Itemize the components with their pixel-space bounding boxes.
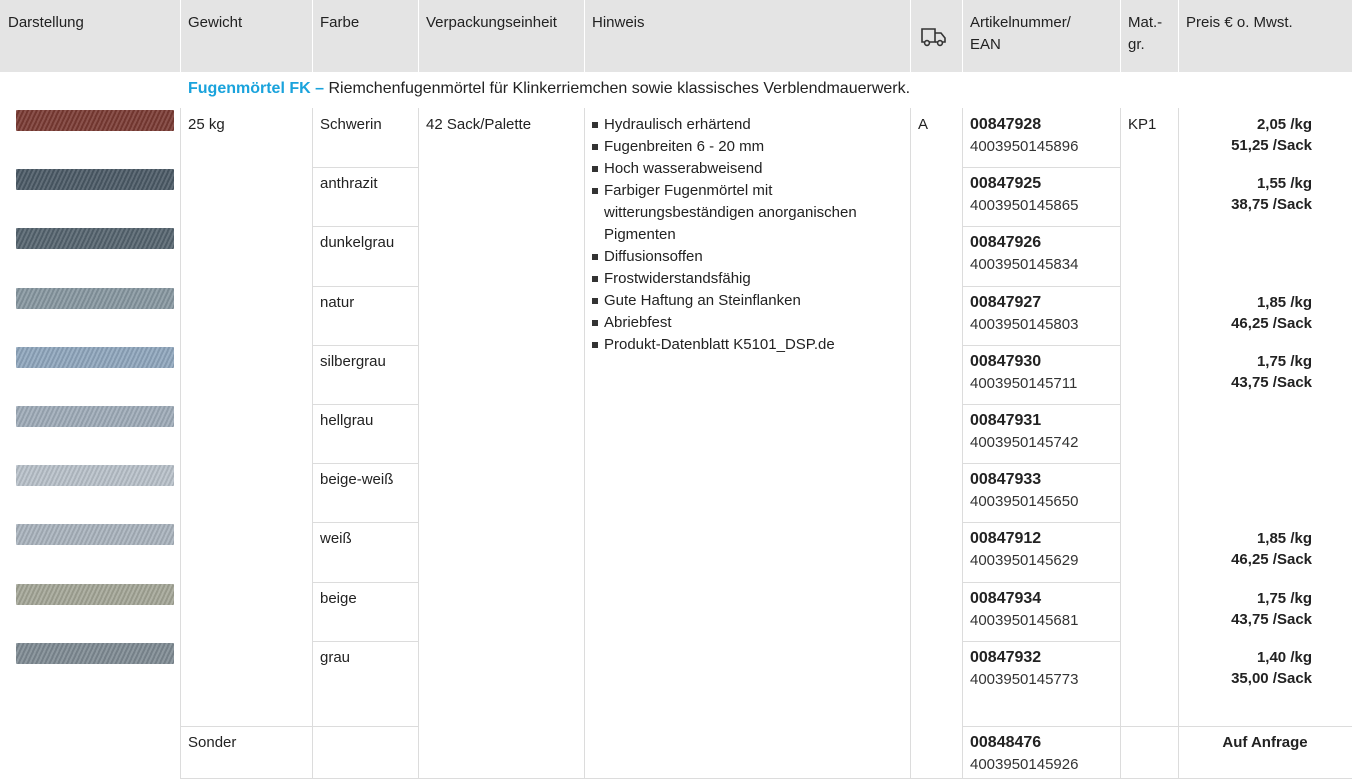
hint-item-continued: Pigmenten bbox=[604, 226, 676, 243]
price-per-sack: 46,25 /Sack bbox=[1231, 551, 1312, 568]
section-title: Fugenmörtel FK – Riemchenfugenmörtel für… bbox=[188, 78, 910, 100]
farbe-value: silbergrau bbox=[320, 353, 386, 370]
color-swatch bbox=[16, 406, 174, 427]
ean-value: 4003950145773 bbox=[970, 671, 1079, 688]
section-description: Riemchenfugenmörtel für Klinkerriemchen … bbox=[328, 80, 911, 97]
farbe-value: beige bbox=[320, 590, 357, 607]
color-swatch bbox=[16, 347, 174, 368]
farbe-value: hellgrau bbox=[320, 412, 374, 429]
sonder-price: Auf Anfrage bbox=[1222, 734, 1308, 751]
artikelnummer-value: 00847928 bbox=[970, 116, 1042, 133]
sonder-label: Sonder bbox=[188, 734, 237, 751]
color-swatch bbox=[16, 584, 174, 605]
color-swatch bbox=[16, 110, 174, 131]
header-gewicht: Gewicht bbox=[188, 14, 243, 31]
ean-value: 4003950145742 bbox=[970, 434, 1079, 451]
color-swatch bbox=[16, 465, 174, 486]
artikelnummer-value: 00847932 bbox=[970, 649, 1042, 666]
price-per-kg: 1,75 /kg bbox=[1256, 590, 1312, 607]
hint-item: Farbiger Fugenmörtel mit bbox=[592, 180, 857, 202]
price-per-sack: 43,75 /Sack bbox=[1231, 374, 1312, 391]
verpackung-value: 42 Sack/Palette bbox=[426, 116, 532, 133]
price-per-sack: 51,25 /Sack bbox=[1231, 137, 1312, 154]
artikelnummer-value: 00847933 bbox=[970, 471, 1042, 488]
price-per-kg: 1,55 /kg bbox=[1256, 175, 1312, 192]
lieferung-value: A bbox=[918, 116, 929, 133]
artikelnummer-value: 00847926 bbox=[970, 234, 1042, 251]
hint-item: Fugenbreiten 6 - 20 mm bbox=[592, 136, 857, 158]
farbe-value: natur bbox=[320, 294, 355, 311]
hint-item: Hydraulisch erhärtend bbox=[592, 114, 857, 136]
price-per-sack: 43,75 /Sack bbox=[1231, 611, 1312, 628]
hint-item: Gute Haftung an Steinflanken bbox=[592, 290, 857, 312]
farbe-value: grau bbox=[320, 649, 351, 666]
ean-value: 4003950145865 bbox=[970, 197, 1079, 214]
ean-value: 4003950145629 bbox=[970, 552, 1079, 569]
ean-value: 4003950145650 bbox=[970, 493, 1079, 510]
artikelnummer-value: 00847930 bbox=[970, 353, 1042, 370]
hint-item: Abriebfest bbox=[592, 312, 857, 334]
ean-value: 4003950145803 bbox=[970, 316, 1079, 333]
color-swatch bbox=[16, 643, 174, 664]
ean-value: 4003950145711 bbox=[970, 375, 1078, 392]
hint-item: Produkt-Datenblatt K5101_DSP.de bbox=[592, 334, 857, 356]
header-darstellung: Darstellung bbox=[8, 14, 84, 31]
header-verpackungseinheit: Verpackungseinheit bbox=[426, 14, 557, 31]
color-swatch bbox=[16, 228, 174, 249]
farbe-value: anthrazit bbox=[320, 175, 378, 192]
artikelnummer-value: 00847912 bbox=[970, 530, 1042, 547]
price-per-kg: 2,05 /kg bbox=[1256, 116, 1312, 133]
farbe-value: beige-weiß bbox=[320, 471, 394, 488]
artikelnummer-value: 00847927 bbox=[970, 294, 1042, 311]
color-swatch bbox=[16, 169, 174, 190]
hint-item: Frostwiderstandsfähig bbox=[592, 268, 857, 290]
header-hinweis: Hinweis bbox=[592, 14, 645, 31]
gewicht-value: 25 kg bbox=[188, 116, 225, 133]
section-product-name: Fugenmörtel FK – bbox=[188, 80, 325, 97]
hint-list: Hydraulisch erhärtend Fugenbreiten 6 - 2… bbox=[592, 114, 857, 356]
farbe-value: weiß bbox=[320, 530, 352, 547]
artikelnummer-value: 00847931 bbox=[970, 412, 1042, 429]
price-per-kg: 1,40 /kg bbox=[1256, 649, 1312, 666]
header-materialgruppe: Mat.- gr. bbox=[1128, 14, 1163, 53]
price-per-sack: 46,25 /Sack bbox=[1231, 315, 1312, 332]
farbe-value: Schwerin bbox=[320, 116, 382, 133]
ean-value: 4003950145834 bbox=[970, 256, 1079, 273]
price-per-kg: 1,85 /kg bbox=[1256, 294, 1312, 311]
hint-item: Diffusionsoffen bbox=[592, 246, 857, 268]
hint-item-continued: witterungsbeständigen anorganischen bbox=[604, 204, 857, 221]
farbe-value: dunkelgrau bbox=[320, 234, 395, 251]
matgr-value: KP1 bbox=[1128, 116, 1157, 133]
artikelnummer-value: 00847925 bbox=[970, 175, 1042, 192]
price-per-kg: 1,85 /kg bbox=[1256, 530, 1312, 547]
sonder-ean: 4003950145926 bbox=[970, 756, 1079, 773]
price-per-sack: 35,00 /Sack bbox=[1231, 670, 1312, 687]
color-swatch bbox=[16, 524, 174, 545]
color-swatch bbox=[16, 288, 174, 309]
header-artikelnummer: Artikelnummer/ EAN bbox=[970, 14, 1071, 53]
truck-icon bbox=[920, 26, 948, 48]
artikelnummer-value: 00847934 bbox=[970, 590, 1042, 607]
sonder-artikelnummer: 00848476 bbox=[970, 734, 1042, 751]
hint-item: Hoch wasserabweisend bbox=[592, 158, 857, 180]
header-preis: Preis € o. Mwst. bbox=[1186, 14, 1293, 31]
ean-value: 4003950145896 bbox=[970, 138, 1079, 155]
price-per-sack: 38,75 /Sack bbox=[1231, 196, 1312, 213]
header-farbe: Farbe bbox=[320, 14, 360, 31]
ean-value: 4003950145681 bbox=[970, 612, 1079, 629]
price-per-kg: 1,75 /kg bbox=[1256, 353, 1312, 370]
